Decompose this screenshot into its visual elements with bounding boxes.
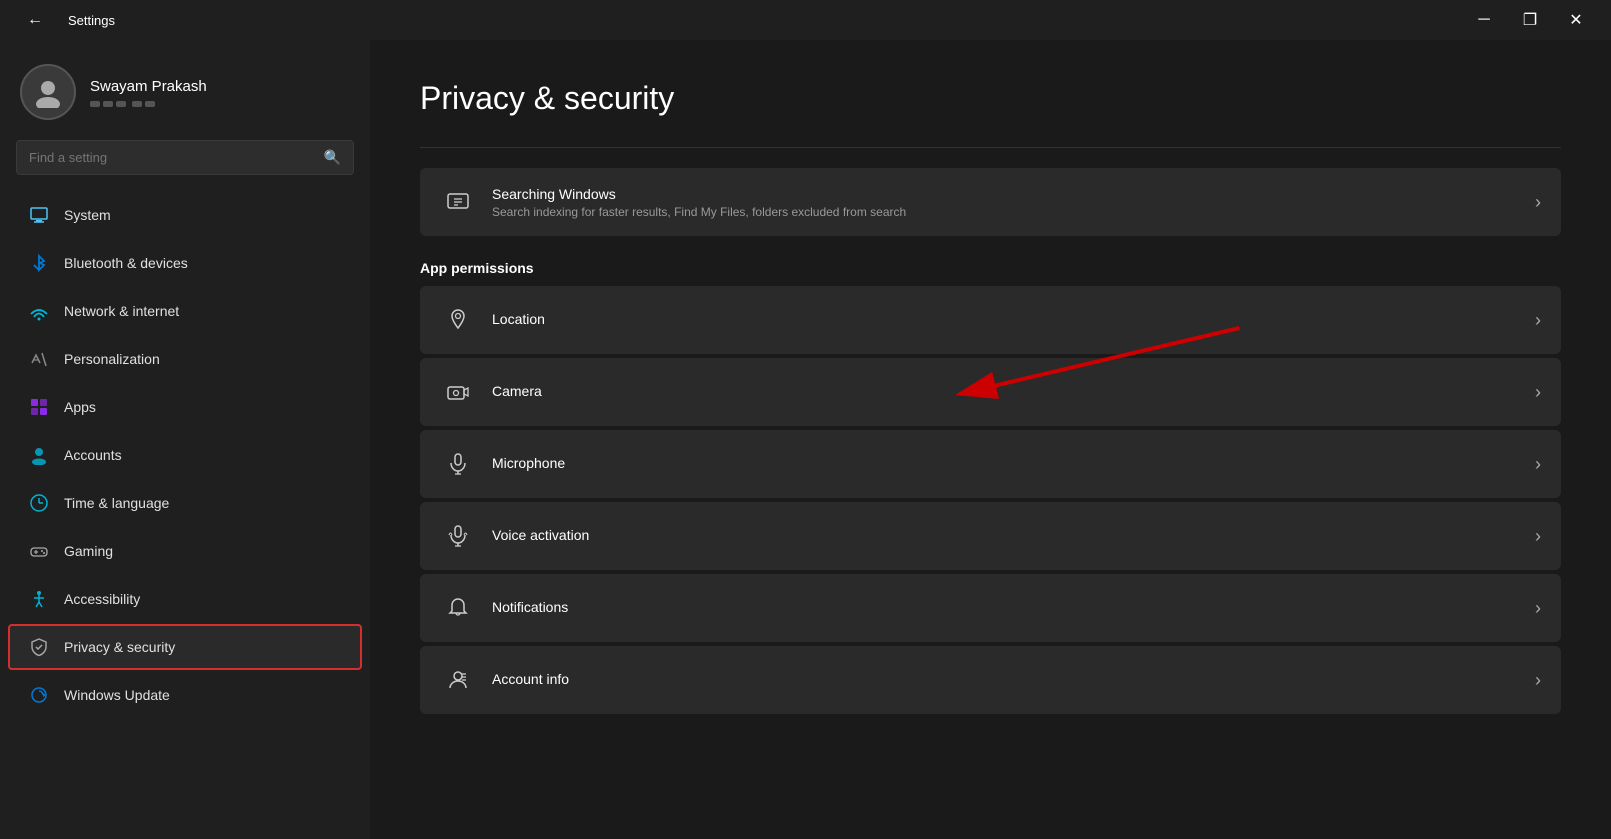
update-icon [28, 684, 50, 706]
time-icon [28, 492, 50, 514]
minimize-icon: ─ [1478, 11, 1489, 29]
minimize-button[interactable]: ─ [1461, 4, 1507, 36]
annotation-container: Location › Camera › [420, 286, 1561, 426]
nav-time[interactable]: Time & language [8, 480, 362, 526]
personalization-label: Personalization [64, 351, 160, 367]
network-label: Network & internet [64, 303, 179, 319]
bluetooth-label: Bluetooth & devices [64, 255, 188, 271]
voice-chevron: › [1535, 526, 1541, 547]
divider-top [420, 147, 1561, 148]
location-chevron: › [1535, 310, 1541, 331]
account-info-icon [440, 662, 476, 698]
camera-icon [440, 374, 476, 410]
privacy-icon [28, 636, 50, 658]
microphone-text: Microphone [492, 455, 1535, 474]
titlebar-title: Settings [68, 13, 115, 28]
accessibility-label: Accessibility [64, 591, 140, 607]
close-icon: ✕ [1569, 10, 1582, 30]
accounts-icon [28, 444, 50, 466]
account-info-row[interactable]: Account info › [420, 646, 1561, 714]
microphone-title: Microphone [492, 455, 1535, 471]
notifications-title: Notifications [492, 599, 1535, 615]
nav-privacy[interactable]: Privacy & security [8, 624, 362, 670]
content-area: Privacy & security Searching Windows Sea… [370, 40, 1611, 839]
page-title: Privacy & security [420, 80, 1561, 117]
user-dots [90, 101, 207, 107]
apps-label: Apps [64, 399, 96, 415]
personalization-icon [28, 348, 50, 370]
search-container: 🔍 [0, 140, 370, 191]
microphone-chevron: › [1535, 454, 1541, 475]
notifications-icon [440, 590, 476, 626]
system-label: System [64, 207, 111, 223]
accessibility-icon [28, 588, 50, 610]
account-info-title: Account info [492, 671, 1535, 687]
account-info-chevron: › [1535, 670, 1541, 691]
microphone-row[interactable]: Microphone › [420, 430, 1561, 498]
titlebar-controls: ─ ❐ ✕ [1461, 4, 1599, 36]
location-icon [440, 302, 476, 338]
system-icon [28, 204, 50, 226]
nav-apps[interactable]: Apps [8, 384, 362, 430]
location-title: Location [492, 311, 1535, 327]
location-text: Location [492, 311, 1535, 330]
user-profile[interactable]: Swayam Prakash [0, 40, 370, 140]
searching-title: Searching Windows [492, 186, 1535, 202]
close-button[interactable]: ✕ [1553, 4, 1599, 36]
app-permissions-header: App permissions [420, 240, 1561, 286]
restore-icon: ❐ [1523, 10, 1537, 30]
accounts-label: Accounts [64, 447, 122, 463]
main-layout: Swayam Prakash 🔍 [0, 40, 1611, 839]
search-icon: 🔍 [324, 149, 341, 166]
camera-chevron: › [1535, 382, 1541, 403]
sidebar: Swayam Prakash 🔍 [0, 40, 370, 839]
nav-update[interactable]: Windows Update [8, 672, 362, 718]
network-icon [28, 300, 50, 322]
camera-text: Camera [492, 383, 1535, 402]
privacy-label: Privacy & security [64, 639, 175, 655]
searching-subtitle: Search indexing for faster results, Find… [492, 205, 1535, 219]
gaming-icon [28, 540, 50, 562]
avatar-icon [32, 76, 64, 108]
searching-windows-row[interactable]: Searching Windows Search indexing for fa… [420, 168, 1561, 236]
nav-system[interactable]: System [8, 192, 362, 238]
user-name: Swayam Prakash [90, 78, 207, 95]
location-row[interactable]: Location › [420, 286, 1561, 354]
voice-icon [440, 518, 476, 554]
avatar [20, 64, 76, 120]
nav-gaming[interactable]: Gaming [8, 528, 362, 574]
back-icon: ← [27, 11, 43, 29]
nav-accounts[interactable]: Accounts [8, 432, 362, 478]
search-box[interactable]: 🔍 [16, 140, 354, 175]
camera-title: Camera [492, 383, 1535, 399]
titlebar-left: ← Settings [12, 4, 1461, 36]
nav-accessibility[interactable]: Accessibility [8, 576, 362, 622]
voice-text: Voice activation [492, 527, 1535, 546]
searching-icon [440, 184, 476, 220]
microphone-icon [440, 446, 476, 482]
nav-bluetooth[interactable]: Bluetooth & devices [8, 240, 362, 286]
user-info: Swayam Prakash [90, 78, 207, 107]
titlebar: ← Settings ─ ❐ ✕ [0, 0, 1611, 40]
gaming-label: Gaming [64, 543, 113, 559]
voice-row[interactable]: Voice activation › [420, 502, 1561, 570]
notifications-row[interactable]: Notifications › [420, 574, 1561, 642]
nav-network[interactable]: Network & internet [8, 288, 362, 334]
apps-icon [28, 396, 50, 418]
camera-row[interactable]: Camera › [420, 358, 1561, 426]
back-button[interactable]: ← [12, 4, 58, 36]
search-input[interactable] [29, 150, 316, 165]
voice-title: Voice activation [492, 527, 1535, 543]
update-label: Windows Update [64, 687, 170, 703]
nav-personalization[interactable]: Personalization [8, 336, 362, 382]
notifications-chevron: › [1535, 598, 1541, 619]
time-label: Time & language [64, 495, 169, 511]
bluetooth-icon [28, 252, 50, 274]
restore-button[interactable]: ❐ [1507, 4, 1553, 36]
searching-chevron: › [1535, 192, 1541, 213]
searching-text: Searching Windows Search indexing for fa… [492, 186, 1535, 219]
notifications-text: Notifications [492, 599, 1535, 618]
account-info-text: Account info [492, 671, 1535, 690]
